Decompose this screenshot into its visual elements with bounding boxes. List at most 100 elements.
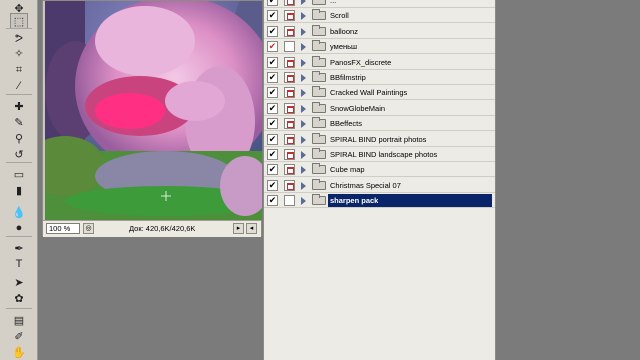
action-set-label: Cube map [330,165,365,175]
dialog-toggle-icon[interactable] [284,56,295,68]
action-set-row[interactable]: ✔... [264,0,495,8]
dialog-toggle-icon[interactable] [284,10,295,22]
expand-triangle-icon[interactable] [301,58,306,67]
expand-triangle-icon[interactable] [301,89,306,98]
toggle-checkbox[interactable]: ✔ [267,195,278,207]
folder-icon [312,101,326,113]
dialog-toggle-icon[interactable] [284,41,295,53]
toggle-checkbox[interactable]: ✔ [267,41,278,53]
toggle-checkbox[interactable]: ✔ [267,56,278,68]
toggle-checkbox[interactable]: ✔ [267,0,278,6]
toggle-checkbox[interactable]: ✔ [267,179,278,191]
action-set-row[interactable]: ✔ SPIRAL BIND landscape photos [264,147,495,162]
expand-triangle-icon[interactable] [301,120,306,129]
magic-wand-tool-icon[interactable]: ✧ [10,45,28,61]
action-set-row[interactable]: ✔ уменьш [264,39,495,55]
toggle-checkbox[interactable]: ✔ [267,149,278,160]
dialog-toggle-icon[interactable] [284,25,295,37]
pen-tool-icon[interactable]: ✒ [10,240,28,256]
toggle-checkbox[interactable]: ✔ [267,133,278,145]
folder-icon [312,40,326,52]
dialog-toggle-icon[interactable] [284,179,295,191]
expand-triangle-icon[interactable] [301,43,306,52]
shape-tool-icon[interactable]: ✿ [10,290,28,306]
eyedropper-tool-icon[interactable]: ✐ [10,328,28,344]
expand-triangle-icon[interactable] [301,27,306,36]
toggle-checkbox[interactable]: ✔ [267,25,278,37]
dialog-toggle-icon[interactable] [284,149,295,160]
dialog-toggle-icon[interactable] [284,133,295,145]
dialog-toggle-icon[interactable] [284,118,295,130]
status-menu-icon[interactable]: ◎ [83,223,94,234]
expand-triangle-icon[interactable] [301,0,306,5]
status-arrow-icon[interactable]: ▸ [233,223,244,234]
slice-tool-icon[interactable]: ⁄ [10,78,28,94]
expand-triangle-icon[interactable] [301,74,306,82]
expand-triangle-icon[interactable] [301,104,306,113]
expand-triangle-icon[interactable] [301,135,306,144]
action-set-row[interactable]: ✔ balloonz [264,24,495,39]
toggle-checkbox[interactable]: ✔ [267,72,278,83]
crop-tool-icon[interactable]: ⌗ [10,62,28,78]
hand-tool-icon[interactable]: ✋ [10,344,28,360]
eraser-tool-icon[interactable]: ▭ [10,166,28,182]
action-set-label: balloonz [330,26,358,36]
dialog-toggle-icon[interactable] [284,102,295,114]
action-set-row[interactable]: ✔ Cracked Wall Paintings [264,85,495,101]
toggle-checkbox[interactable]: ✔ [267,10,278,22]
toggle-checkbox[interactable]: ✔ [267,102,278,114]
folder-icon [312,178,326,190]
healing-brush-tool-icon[interactable]: ✚ [10,98,28,114]
folder-icon [312,0,326,5]
dialog-toggle-icon[interactable] [284,195,295,207]
action-set-row[interactable]: ✔ PanosFX_discrete [264,55,495,70]
folder-icon [312,194,326,206]
action-set-row[interactable]: ✔ SPIRAL BIND portrait photos [264,132,495,147]
action-set-row[interactable]: ✔ Christmas Special 07 [264,178,495,193]
history-brush-tool-icon[interactable]: ↺ [10,146,28,162]
dodge-tool-icon[interactable]: ● [10,220,28,236]
dialog-toggle-icon[interactable] [284,0,295,6]
lasso-tool-icon[interactable]: ᕗ [10,30,28,46]
image-canvas[interactable] [45,1,262,220]
action-set-label: BBfilmstrip [330,73,366,82]
folder-icon [312,117,326,129]
toggle-checkbox[interactable]: ✔ [267,87,278,99]
dialog-toggle-icon[interactable] [284,164,295,176]
action-set-row[interactable]: ✔ Cube map [264,162,495,178]
toolbar-divider [6,28,32,29]
action-set-label: sharpen pack [328,194,492,208]
path-selection-tool-icon[interactable]: ➤ [10,274,28,290]
folder-icon [312,132,326,144]
toggle-checkbox[interactable]: ✔ [267,164,278,176]
action-set-row[interactable]: ✔ BBeffects [264,116,495,132]
action-set-label: Cracked Wall Paintings [330,88,408,98]
expand-triangle-icon[interactable] [301,166,306,175]
expand-triangle-icon[interactable] [301,12,306,21]
blur-tool-icon[interactable]: 💧 [10,204,28,220]
action-set-row[interactable]: ✔ SnowGlobeMain [264,101,495,116]
dialog-toggle-icon[interactable] [284,72,295,83]
brush-tool-icon[interactable]: ✎ [10,114,28,130]
action-set-row[interactable]: ✔ Scroll [264,8,495,24]
expand-triangle-icon[interactable] [301,197,306,206]
zoom-field[interactable]: 100 % [46,223,80,234]
action-set-row[interactable]: ✔ BBfilmstrip [264,70,495,85]
action-set-label: SnowGlobeMain [330,103,386,113]
action-set-row[interactable]: ✔ sharpen pack [264,193,495,209]
expand-triangle-icon[interactable] [301,151,306,159]
notes-tool-icon[interactable]: ▤ [10,312,28,328]
clone-stamp-tool-icon[interactable]: ⚲ [10,130,28,146]
action-set-label: SPIRAL BIND landscape photos [330,150,438,159]
expand-triangle-icon[interactable] [301,181,306,190]
dialog-toggle-icon[interactable] [284,87,295,99]
action-set-label: уменьш [330,42,358,52]
action-set-label: Scroll [330,11,349,21]
scroll-left-icon[interactable]: ◂ [246,223,257,234]
type-tool-icon[interactable]: T [10,256,28,272]
folder-icon [312,148,326,159]
marquee-tool-icon[interactable]: ⬚ [10,13,28,29]
gradient-tool-icon[interactable]: ▮ [10,182,28,198]
folder-icon [312,55,326,67]
toggle-checkbox[interactable]: ✔ [267,118,278,130]
